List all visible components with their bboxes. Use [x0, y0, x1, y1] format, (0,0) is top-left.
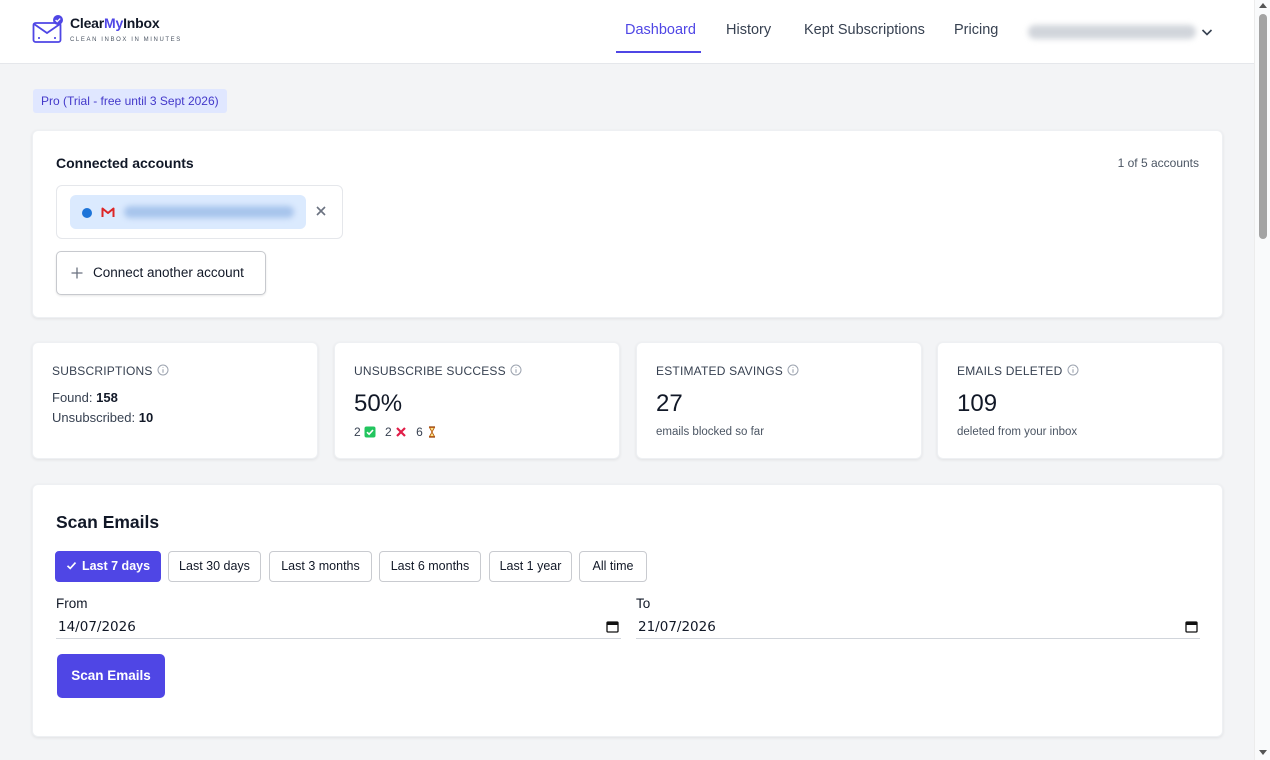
- deleted-value: 109: [957, 390, 998, 417]
- from-label: From: [56, 596, 88, 611]
- range-last-3-months-button[interactable]: Last 3 months: [269, 551, 372, 582]
- info-icon[interactable]: [1067, 364, 1079, 376]
- to-label: To: [636, 596, 651, 611]
- scroll-up-arrow-icon[interactable]: [1259, 3, 1267, 8]
- from-date-value: 14/07/2026: [58, 619, 136, 635]
- calendar-icon[interactable]: [606, 620, 619, 633]
- gmail-icon: [101, 207, 115, 217]
- plan-badge: Pro (Trial - free until 3 Sept 2026): [33, 89, 227, 113]
- stat-label: UNSUBSCRIBE SUCCESS: [354, 364, 522, 378]
- failed-count: 2: [385, 425, 392, 439]
- scan-emails-card: Scan Emails Last 7 days Last 30 days Las…: [32, 484, 1223, 737]
- range-all-time-button[interactable]: All time: [579, 551, 647, 582]
- from-date-input[interactable]: 14/07/2026: [56, 618, 621, 639]
- close-icon[interactable]: [314, 204, 328, 218]
- connected-accounts-title: Connected accounts: [56, 155, 194, 171]
- stat-label: SUBSCRIPTIONS: [52, 364, 169, 378]
- connect-another-account-button[interactable]: Connect another account: [56, 251, 266, 295]
- plus-icon: [71, 267, 83, 279]
- check-icon: [66, 562, 77, 570]
- range-last-7-days-button[interactable]: Last 7 days: [55, 551, 161, 582]
- account-status-dot: [82, 208, 92, 218]
- account-count: 1 of 5 accounts: [1117, 156, 1199, 170]
- subscriptions-stat-card: SUBSCRIPTIONS Found: 158 Unsubscribed: 1…: [32, 342, 318, 459]
- scrollbar-thumb[interactable]: [1259, 14, 1267, 239]
- brand-tagline: CLEAN INBOX IN MINUTES: [70, 37, 182, 43]
- stat-label: ESTIMATED SAVINGS: [656, 364, 799, 378]
- range-last-1-year-button[interactable]: Last 1 year: [489, 551, 572, 582]
- to-date-input[interactable]: 21/07/2026: [636, 618, 1200, 639]
- succeeded-count: 2: [354, 425, 361, 439]
- unsubscribe-success-stat-card: UNSUBSCRIBE SUCCESS 50% 2 2 6: [334, 342, 620, 459]
- to-date-value: 21/07/2026: [638, 619, 716, 635]
- emails-deleted-stat-card: EMAILS DELETED 109 deleted from your inb…: [937, 342, 1223, 459]
- brand-logo[interactable]: ClearMyInbox CLEAN INBOX IN MINUTES: [32, 12, 192, 48]
- check-mark-icon: [364, 426, 376, 438]
- info-icon[interactable]: [157, 364, 169, 376]
- scan-emails-title: Scan Emails: [56, 512, 160, 532]
- deleted-caption: deleted from your inbox: [957, 426, 1078, 438]
- range-last-30-days-button[interactable]: Last 30 days: [168, 551, 261, 582]
- nav-active-indicator: [616, 51, 701, 53]
- connected-accounts-card: Connected accounts 1 of 5 accounts Conne…: [32, 130, 1223, 318]
- found-count: Found: 158: [52, 390, 118, 405]
- envelope-logo-icon: [32, 15, 63, 43]
- info-icon[interactable]: [787, 364, 799, 376]
- scroll-down-arrow-icon[interactable]: [1259, 750, 1267, 755]
- outcome-breakdown: 2 2 6: [354, 425, 444, 439]
- cross-mark-icon: [395, 427, 406, 437]
- pending-count: 6: [416, 425, 423, 439]
- brand-name: ClearMyInbox: [70, 15, 160, 31]
- scan-emails-button[interactable]: Scan Emails: [57, 654, 165, 698]
- nav-pricing[interactable]: Pricing: [954, 22, 998, 38]
- hourglass-icon: [428, 426, 435, 438]
- estimated-savings-stat-card: ESTIMATED SAVINGS 27 emails blocked so f…: [636, 342, 922, 459]
- stat-label: EMAILS DELETED: [957, 364, 1079, 378]
- account-chip[interactable]: [70, 195, 306, 229]
- page-scrollbar[interactable]: [1254, 0, 1270, 760]
- nav-dashboard[interactable]: Dashboard: [625, 22, 696, 38]
- account-row: [56, 185, 343, 239]
- savings-value: 27: [656, 390, 683, 417]
- info-icon[interactable]: [510, 364, 522, 376]
- savings-caption: emails blocked so far: [656, 426, 765, 438]
- account-email-redacted: [124, 206, 294, 218]
- account-email-redacted[interactable]: [1028, 25, 1196, 39]
- chevron-down-icon[interactable]: [1199, 24, 1215, 40]
- range-last-6-months-button[interactable]: Last 6 months: [379, 551, 481, 582]
- nav-kept-subscriptions[interactable]: Kept Subscriptions: [804, 22, 925, 38]
- calendar-icon[interactable]: [1185, 620, 1198, 633]
- top-navbar: ClearMyInbox CLEAN INBOX IN MINUTES Dash…: [0, 0, 1254, 64]
- nav-history[interactable]: History: [726, 22, 771, 38]
- connect-button-label: Connect another account: [93, 265, 244, 280]
- unsubscribed-count: Unsubscribed: 10: [52, 410, 154, 425]
- success-rate-value: 50%: [354, 390, 403, 417]
